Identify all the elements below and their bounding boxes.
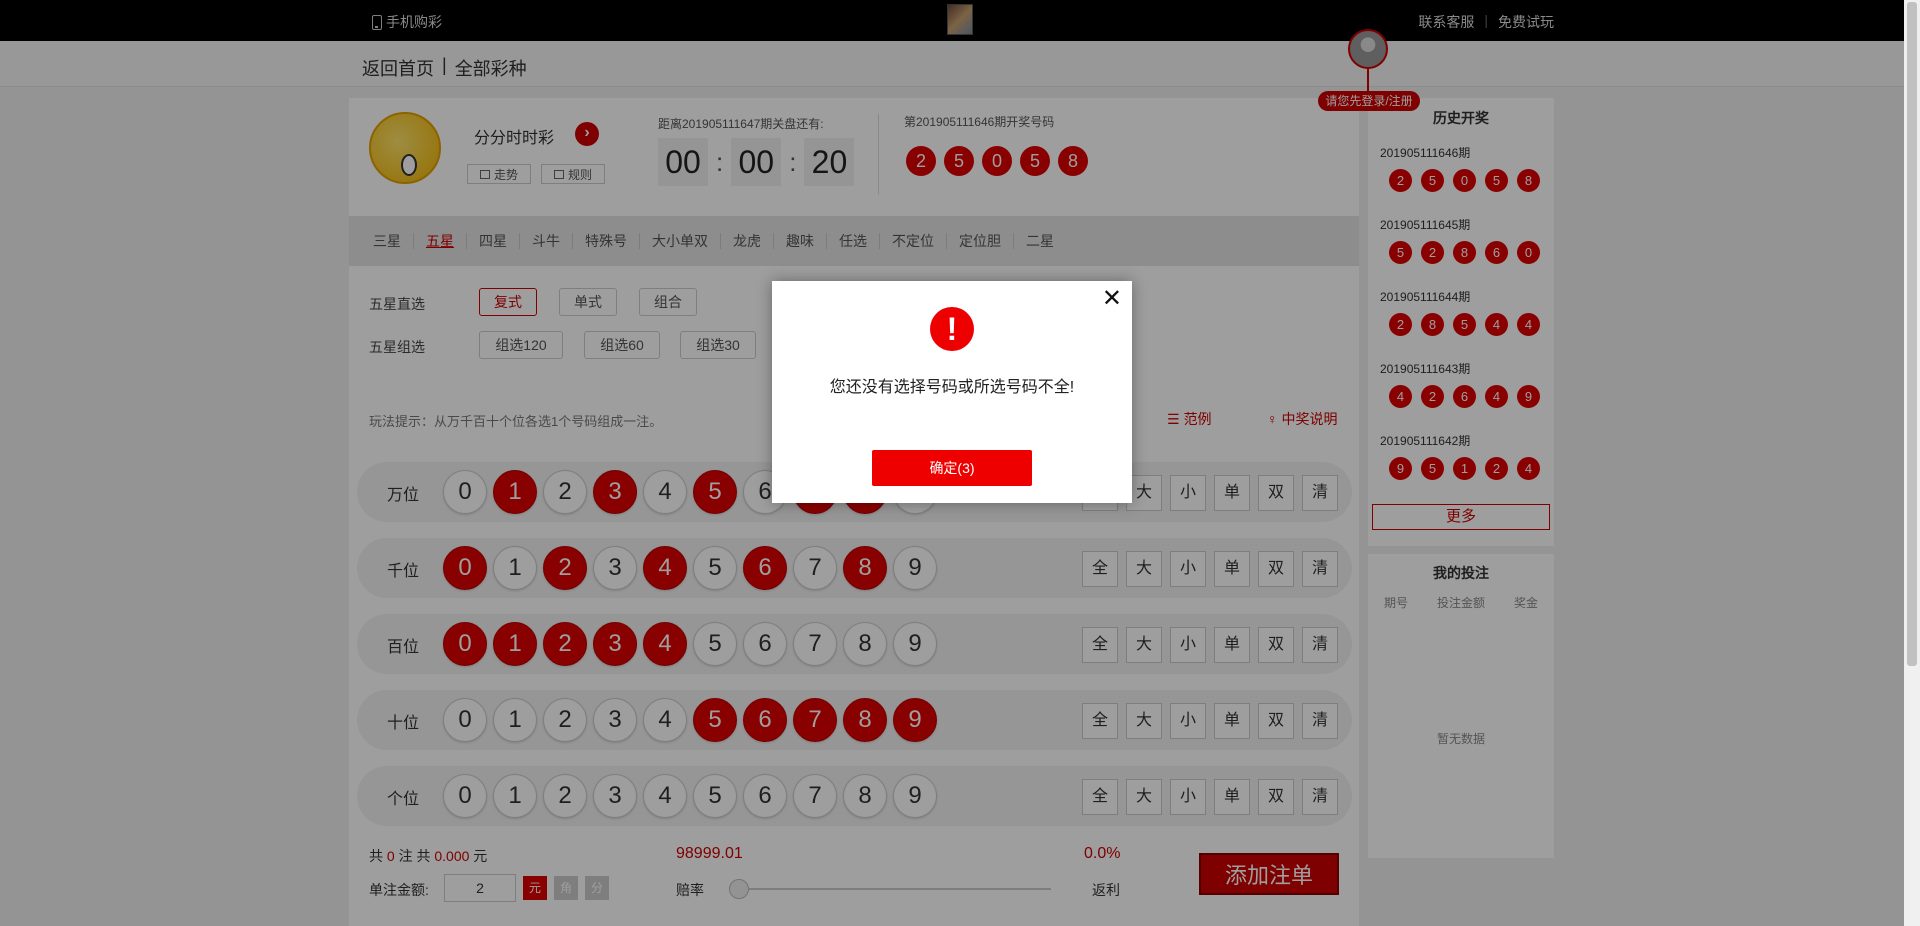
alert-message: 您还没有选择号码或所选号码不全! [829, 379, 1075, 396]
alert-dialog: ✕ ! 您还没有选择号码或所选号码不全! 确定(3) [772, 281, 1132, 503]
vertical-scrollbar[interactable] [1904, 0, 1920, 926]
exclamation-icon: ! [930, 307, 974, 351]
close-icon[interactable]: ✕ [1102, 287, 1122, 311]
scrollbar-thumb[interactable] [1907, 2, 1917, 666]
confirm-button[interactable]: 确定(3) [872, 450, 1032, 486]
